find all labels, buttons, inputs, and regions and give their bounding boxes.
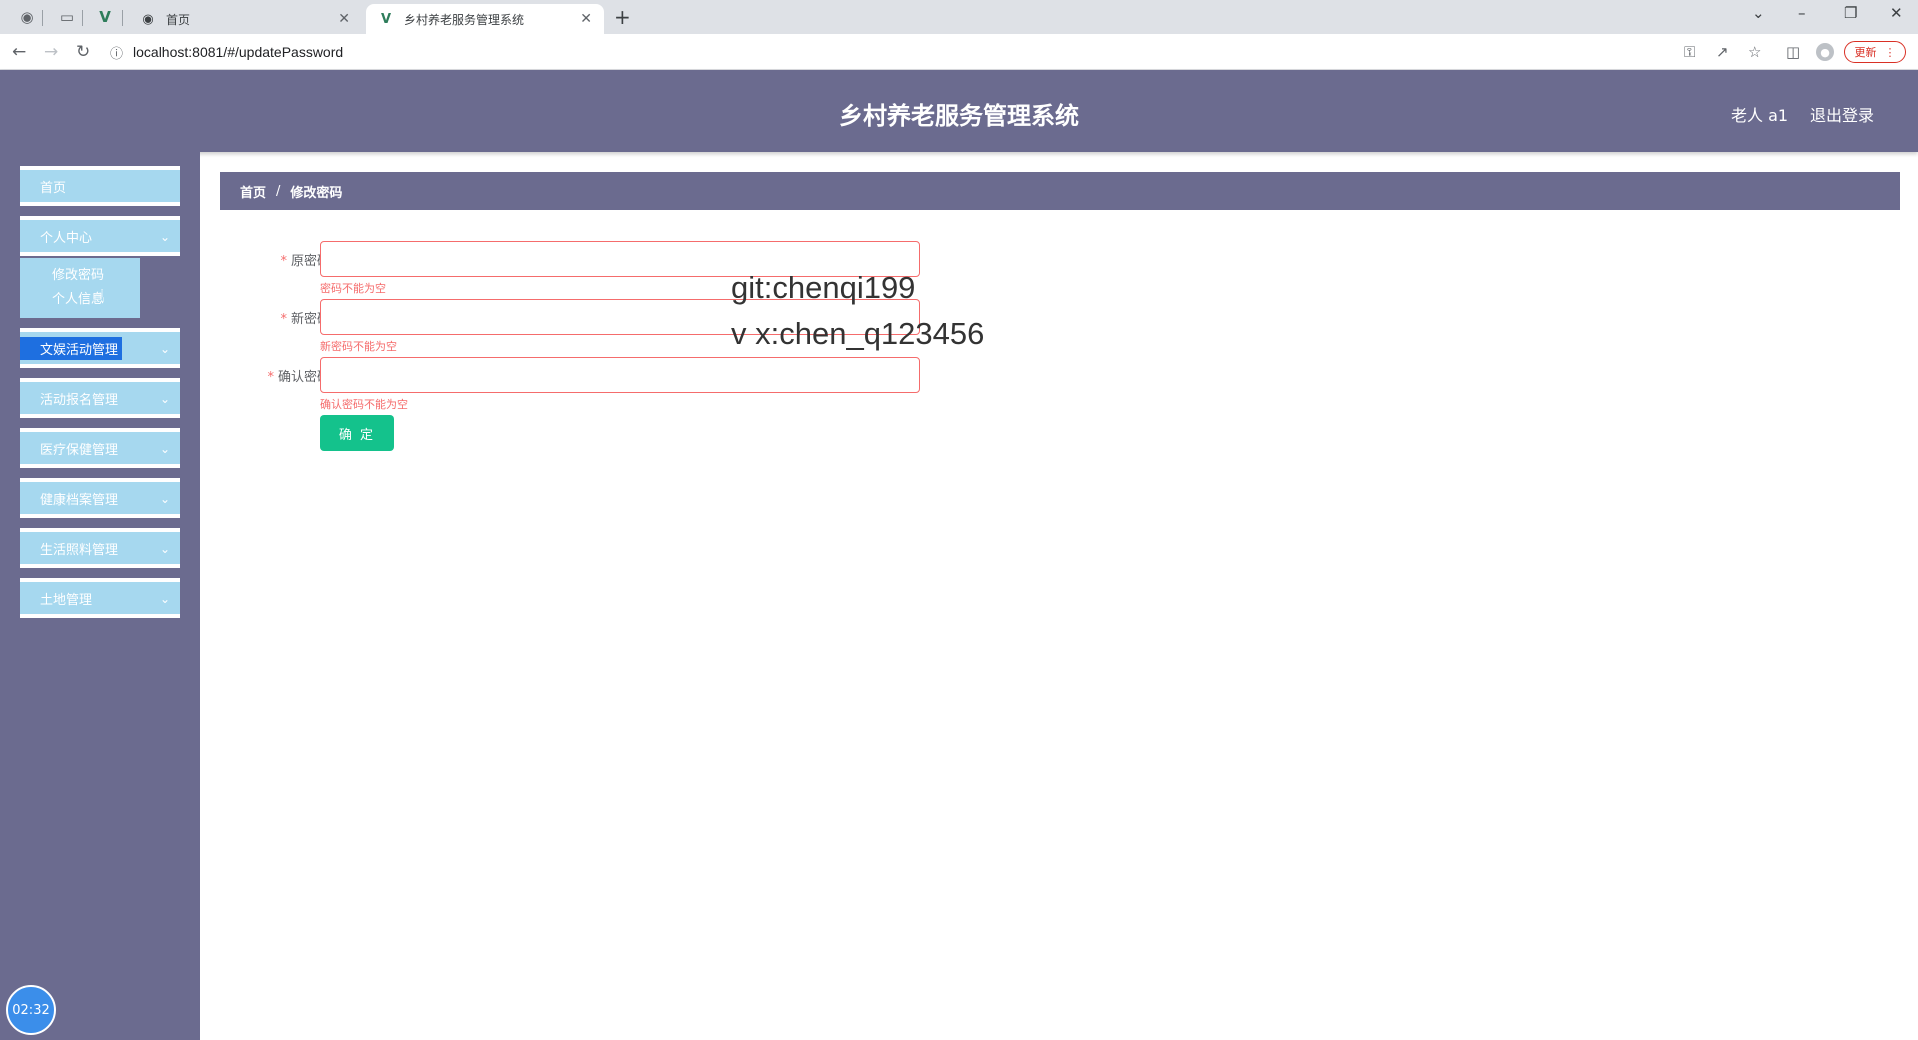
submit-button[interactable]: 确 定 (320, 415, 394, 451)
sidebar-item-life-care[interactable]: 生活照料管理 ⌄ (20, 528, 180, 568)
share-icon[interactable]: ↗ (1716, 43, 1729, 61)
submenu-item-change-password[interactable]: 修改密码 (52, 264, 104, 283)
current-user: 老人 a1 (1731, 106, 1789, 125)
chevron-down-icon: ⌄ (159, 592, 170, 606)
tab-search-icon[interactable]: ⌄ (1752, 4, 1765, 22)
tab-title: 乡村养老服务管理系统 (404, 12, 525, 27)
tab-active[interactable]: V 乡村养老服务管理系统 ✕ (366, 4, 604, 34)
field-error: 确认密码不能为空 (320, 398, 408, 411)
tab-separator (42, 10, 43, 26)
breadcrumb: 首页 / 修改密码 (220, 172, 1900, 210)
update-button[interactable]: 更新 ⋮ (1844, 41, 1906, 63)
browser-tab-bar: ◉ ▭ V ◉ 首页 ✕ V 乡村养老服务管理系统 ✕ + ⌄ – ❐ ✕ (0, 0, 1918, 34)
sidebar-item-health-records[interactable]: 健康档案管理 ⌄ (20, 478, 180, 518)
sidebar: 首页 个人中心 ⌄ 修改密码 个人信息 ☝ 文娱活动管理 ⌄ 活动报名管理 ⌄ … (0, 152, 200, 1040)
side-panel-icon[interactable]: ◫ (1786, 43, 1800, 61)
watermark-line-2: v x:chen_q123456 (731, 316, 985, 351)
field-error: 密码不能为空 (320, 282, 386, 295)
key-icon[interactable]: ⚿ (1684, 43, 1695, 61)
vue-icon: V (380, 11, 392, 27)
back-icon[interactable]: ← (12, 42, 26, 62)
required-asterisk: * (267, 370, 274, 385)
chevron-down-icon: ⌄ (159, 230, 170, 244)
tab-separator (122, 10, 123, 26)
sidebar-item-label: 健康档案管理 (40, 492, 119, 508)
profile-avatar[interactable]: ● (1816, 43, 1834, 61)
app-header: 乡村养老服务管理系统 老人 a1 退出登录 (0, 70, 1918, 152)
tab-home[interactable]: ◉ 首页 ✕ (128, 4, 362, 34)
breadcrumb-current: 修改密码 (290, 185, 343, 201)
url-text: localhost:8081/#/updatePassword (133, 44, 344, 60)
hand-cursor-icon: ☝ (94, 286, 105, 307)
sidebar-item-home[interactable]: 首页 (20, 166, 180, 206)
required-asterisk: * (280, 312, 287, 327)
update-label: 更新 (1854, 46, 1877, 59)
restore-icon[interactable]: ❐ (1844, 4, 1857, 22)
sidebar-item-land[interactable]: 土地管理 ⌄ (20, 578, 180, 618)
globe-icon: ◉ (142, 11, 154, 27)
sidebar-item-personal-center[interactable]: 个人中心 ⌄ (20, 216, 180, 256)
pinned-tab-vue-icon[interactable]: V (92, 6, 118, 28)
address-bar: ← → ↻ ⓘ localhost:8081/#/updatePassword … (0, 34, 1918, 70)
tab-title: 首页 (166, 12, 191, 27)
sidebar-item-label: 首页 (40, 180, 67, 196)
more-menu-icon: ⋮ (1884, 45, 1896, 59)
chevron-down-icon: ⌄ (159, 342, 170, 356)
sidebar-item-label: 生活照料管理 (40, 542, 119, 558)
chevron-down-icon: ⌄ (159, 542, 170, 556)
sidebar-item-label: 活动报名管理 (40, 392, 119, 408)
sidebar-item-label: 个人中心 (40, 230, 93, 246)
app-title: 乡村养老服务管理系统 (839, 102, 1079, 130)
sidebar-item-activity-signup[interactable]: 活动报名管理 ⌄ (20, 378, 180, 418)
personal-center-submenu: 修改密码 个人信息 ☝ (20, 258, 140, 318)
breadcrumb-home[interactable]: 首页 (240, 182, 266, 201)
reload-icon[interactable]: ↻ (76, 42, 90, 62)
site-info-icon[interactable]: ⓘ (110, 43, 123, 62)
sidebar-item-label: 文娱活动管理 (20, 336, 123, 360)
required-asterisk: * (280, 254, 287, 269)
forward-icon[interactable]: → (44, 42, 58, 62)
star-icon[interactable]: ☆ (1748, 43, 1761, 61)
field-error: 新密码不能为空 (320, 340, 397, 353)
close-tab-icon[interactable]: ✕ (338, 11, 350, 27)
new-tab-button[interactable]: + (614, 5, 631, 29)
chevron-down-icon: ⌄ (159, 492, 170, 506)
chevron-down-icon: ⌄ (159, 442, 170, 456)
sidebar-item-label: 土地管理 (40, 592, 93, 608)
close-window-icon[interactable]: ✕ (1890, 4, 1903, 22)
sidebar-item-recreation[interactable]: 文娱活动管理 ⌄ (20, 328, 180, 368)
chevron-down-icon: ⌄ (159, 392, 170, 406)
watermark-line-1: git:chenqi199 (731, 270, 916, 305)
url-field[interactable]: ⓘ localhost:8081/#/updatePassword (110, 38, 1670, 66)
logout-link[interactable]: 退出登录 (1810, 102, 1874, 126)
pinned-tab-blank-icon[interactable]: ▭ (54, 6, 80, 28)
confirm-password-input[interactable] (320, 357, 920, 393)
pinned-tab-globe-icon[interactable]: ◉ (14, 6, 40, 28)
sidebar-item-medical[interactable]: 医疗保健管理 ⌄ (20, 428, 180, 468)
breadcrumb-separator: / (276, 183, 281, 199)
tab-separator (82, 10, 83, 26)
close-tab-icon[interactable]: ✕ (580, 11, 592, 27)
sidebar-item-label: 医疗保健管理 (40, 442, 119, 458)
minimize-icon[interactable]: – (1798, 4, 1806, 22)
recording-timer: 02:32 (6, 985, 56, 1035)
